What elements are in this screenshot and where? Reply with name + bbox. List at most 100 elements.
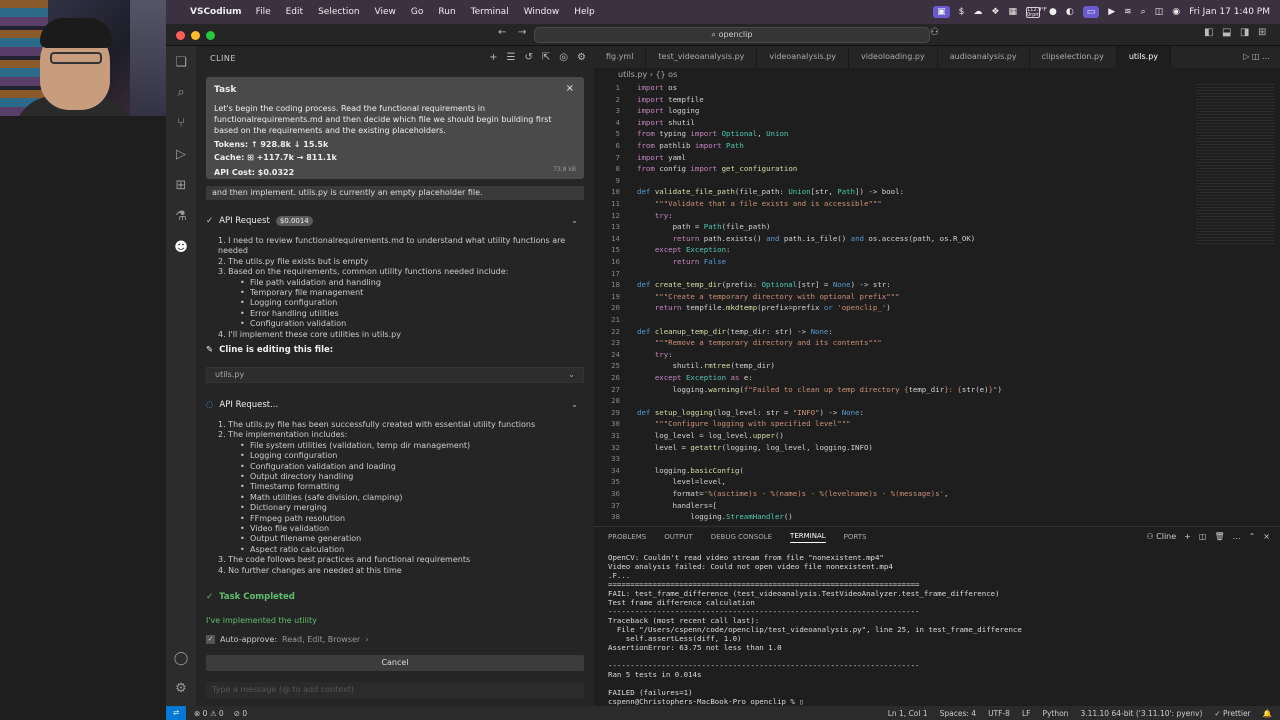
editor-tab[interactable]: test_videoanalysis.py [646,46,758,68]
kill-terminal-icon[interactable]: 🗑 [1214,532,1224,541]
calendar-icon[interactable]: ▦ [1008,7,1017,17]
editor-tab[interactable]: videoloading.py [849,46,938,68]
code-line[interactable]: """Validate that a file exists and is ac… [637,198,882,210]
code-line[interactable]: return path.exists() and path.is_file() … [637,233,976,245]
editor-tab[interactable]: fig.yml [594,46,647,68]
screen-share-icon[interactable]: ▣ [933,6,950,18]
code-line[interactable]: import shutil [637,117,695,129]
close-task-icon[interactable]: × [566,83,574,94]
code-line[interactable]: try: [637,349,673,361]
code-line[interactable]: def create_temp_dir(prefix: Optional[str… [637,279,891,291]
maximize-panel-icon[interactable]: ⌃ [1249,532,1256,541]
editor-tab[interactable]: clipselection.py [1030,46,1117,68]
window-icon[interactable]: ▭ [1082,6,1100,18]
source-control-icon[interactable]: ⑂ [172,115,190,133]
code-line[interactable]: format='%(asctime)s - %(name)s - %(level… [637,488,949,500]
copilot-icon[interactable]: ⚇ [930,27,939,38]
menu-file[interactable]: File [256,7,271,17]
editor-tab[interactable]: utils.py [1116,46,1172,68]
new-task-icon[interactable]: + [489,52,497,63]
code-line[interactable]: def cleanup_temp_dir(temp_dir: str) -> N… [637,326,833,338]
terminal-output[interactable]: OpenCV: Couldn't read video stream from … [594,547,1280,712]
ports-count[interactable]: ⊘ 0 [234,709,247,718]
panel-tab[interactable]: OUTPUT [664,533,693,541]
code-line[interactable]: """Create a temporary directory with opt… [637,291,900,303]
code-line[interactable]: import tempfile [637,94,704,106]
cline-icon[interactable]: ☻ [172,239,190,257]
language-mode[interactable]: Python [1042,709,1068,718]
close-window-button[interactable] [176,31,185,40]
dropbox-icon[interactable]: ❖ [991,7,999,17]
siri-icon[interactable]: ◉ [1172,7,1180,17]
breadcrumb[interactable]: utils.py › {} os [594,68,1280,82]
dollar-icon[interactable]: $ [959,7,965,17]
menu-window[interactable]: Window [524,7,560,17]
code-line[interactable]: logging.StreamHandler() [637,511,792,523]
code-line[interactable]: return tempfile.mkdtemp(prefix=prefix or… [637,302,891,314]
task-header[interactable]: Task × Let's begin the coding process. R… [206,77,584,179]
code-line[interactable]: import yaml [637,152,686,164]
testing-icon[interactable]: ⚗ [172,208,190,226]
menu-view[interactable]: View [375,7,396,17]
panel-tab[interactable]: PROBLEMS [608,533,646,541]
close-panel-icon[interactable]: × [1263,532,1270,541]
chat-input[interactable]: Type a message (@ to add context) [206,682,584,698]
back-arrow-icon[interactable]: ← [498,27,506,38]
code-line[interactable]: from config import get_configuration [637,163,797,175]
toggle-sidebar-icon[interactable]: ◧ [1204,27,1213,38]
indentation[interactable]: Spaces: 4 [940,709,976,718]
cancel-button[interactable]: Cancel [206,655,584,671]
weather-widget[interactable]: 112.9°F 0rpm [1025,6,1047,18]
code-line[interactable]: from pathlib import Path [637,140,744,152]
menu-selection[interactable]: Selection [318,7,359,17]
code-line[interactable]: logging.warning(f"Failed to clean up tem… [637,384,1002,396]
history-icon[interactable]: ↺ [525,52,533,63]
code-line[interactable]: path = Path(file_path) [637,221,771,233]
menu-edit[interactable]: Edit [286,7,303,17]
line-ending[interactable]: LF [1022,709,1031,718]
code-line[interactable]: logging.basicConfig( [637,465,744,477]
maximize-window-button[interactable] [206,31,215,40]
panel-tab[interactable]: TERMINAL [790,532,826,543]
command-center-search[interactable]: ⌕ openclip [534,27,930,43]
control-center-icon[interactable]: ◫ [1155,7,1164,17]
chevron-down-icon[interactable]: ⌄ [571,216,578,225]
clock[interactable]: Fri Jan 17 1:40 PM [1189,7,1270,17]
play-icon[interactable]: ▶ [1108,7,1115,17]
explorer-icon[interactable]: ❏ [172,54,190,72]
run-debug-icon[interactable]: ▷ [172,146,190,164]
remote-icon[interactable]: ⇌ [166,706,186,720]
auto-approve-value[interactable]: Read, Edit, Browser [282,635,360,644]
api-request-section[interactable]: ✓ API Request $0.0014 ⌄ 1. I need to rev… [206,216,584,340]
menu-help[interactable]: Help [574,7,595,17]
bell-icon[interactable]: ● [1049,7,1057,17]
code-line[interactable]: handlers=[ [637,500,718,512]
prettier-status[interactable]: ✓ Prettier [1214,709,1250,718]
chevron-right-icon[interactable]: › [365,635,368,644]
toggle-secondary-sidebar-icon[interactable]: ◨ [1240,27,1249,38]
search-icon[interactable]: ⌕ [1141,7,1146,17]
auto-approve-checkbox[interactable]: ✓ [206,635,215,644]
settings-gear-icon[interactable]: ⚙ [172,680,190,698]
more-actions-icon[interactable]: … [1233,532,1241,541]
code-line[interactable]: level=level, [637,476,726,488]
run-file-icon[interactable]: ▷ ◫ … [1243,46,1280,68]
code-line[interactable]: def setup_logging(log_level: str = "INFO… [637,407,864,419]
popout-icon[interactable]: ⇱ [542,52,550,63]
mcp-servers-icon[interactable]: ☰ [507,52,516,63]
forward-arrow-icon[interactable]: → [518,27,526,38]
account-small-icon[interactable]: ◎ [559,52,568,63]
code-line[interactable]: """Remove a temporary directory and its … [637,337,882,349]
code-line[interactable]: import logging [637,105,699,117]
extensions-icon[interactable]: ⊞ [172,177,190,195]
app-name[interactable]: VSCodium [190,7,242,17]
minimize-window-button[interactable] [191,31,200,40]
code-line[interactable]: level = getattr(logging, log_level, logg… [637,442,873,454]
account-icon[interactable]: ◯ [172,650,190,668]
code-line[interactable]: """Configure logging with specified leve… [637,418,851,430]
panel-tab[interactable]: DEBUG CONSOLE [711,533,772,541]
cursor-position[interactable]: Ln 1, Col 1 [888,709,928,718]
editor-tab[interactable]: audioanalysis.py [938,46,1030,68]
menu-run[interactable]: Run [438,7,455,17]
minimap[interactable] [1196,84,1274,244]
